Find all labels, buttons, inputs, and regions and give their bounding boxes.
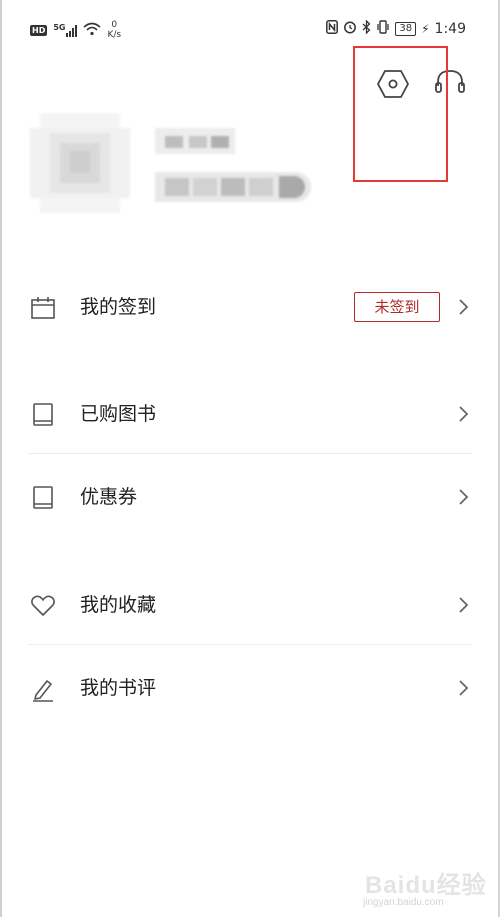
divider bbox=[28, 644, 472, 645]
menu-row-purchased-books[interactable]: 已购图书 bbox=[0, 384, 500, 444]
hd-badge: HD bbox=[30, 24, 48, 36]
username-obscured bbox=[155, 128, 235, 154]
watermark-logo: Baidu经验 bbox=[365, 872, 487, 899]
charging-icon: ⚡ bbox=[421, 22, 430, 36]
user-info-obscured bbox=[155, 172, 311, 202]
frame-edge-left bbox=[0, 0, 2, 917]
status-left: HD 5G 0 K/s bbox=[30, 20, 121, 40]
menu-label-favorites: 我的收藏 bbox=[80, 594, 157, 616]
pen-icon bbox=[30, 676, 56, 702]
checkin-status-badge[interactable]: 未签到 bbox=[354, 292, 440, 322]
menu-row-coupons[interactable]: 优惠券 bbox=[0, 467, 500, 527]
divider bbox=[28, 453, 472, 454]
highlight-annotation-box bbox=[353, 46, 448, 182]
vibrate-icon bbox=[376, 20, 390, 38]
book-icon bbox=[30, 485, 56, 511]
clock: 1:49 bbox=[434, 21, 466, 37]
calendar-icon bbox=[30, 295, 56, 321]
net-speed: 0 K/s bbox=[107, 20, 121, 40]
status-right: 38 ⚡ 1:49 bbox=[326, 19, 466, 38]
net-speed-value: 0 bbox=[111, 20, 118, 30]
menu-label-coupons: 优惠券 bbox=[80, 486, 138, 508]
menu-label-checkin: 我的签到 bbox=[80, 296, 157, 318]
menu-label-book-reviews: 我的书评 bbox=[80, 677, 157, 699]
menu-label-purchased-books: 已购图书 bbox=[80, 403, 157, 425]
menu-row-book-reviews[interactable]: 我的书评 bbox=[0, 658, 500, 718]
watermark-url: jingyan.baidu.com bbox=[363, 897, 444, 908]
net-speed-unit: K/s bbox=[107, 30, 122, 40]
status-bar: HD 5G 0 K/s 38 ⚡ 1:49 bbox=[0, 0, 500, 46]
nfc-icon bbox=[326, 20, 339, 38]
heart-icon bbox=[30, 593, 56, 619]
menu-row-checkin[interactable]: 我的签到 未签到 bbox=[0, 277, 500, 337]
menu-row-favorites[interactable]: 我的收藏 bbox=[0, 575, 500, 635]
avatar[interactable] bbox=[30, 113, 130, 213]
signal-icon: 5G bbox=[53, 23, 78, 37]
alarm-icon bbox=[343, 20, 357, 38]
chevron-right-icon bbox=[456, 487, 470, 507]
chevron-right-icon bbox=[456, 297, 470, 317]
signal-label: 5G bbox=[53, 23, 66, 32]
wifi-icon bbox=[83, 21, 102, 40]
bluetooth-icon bbox=[362, 19, 371, 38]
chevron-right-icon bbox=[456, 678, 470, 698]
chevron-right-icon bbox=[456, 595, 470, 615]
battery-icon: 38 bbox=[395, 22, 417, 36]
book-icon bbox=[30, 402, 56, 428]
chevron-right-icon bbox=[456, 404, 470, 424]
